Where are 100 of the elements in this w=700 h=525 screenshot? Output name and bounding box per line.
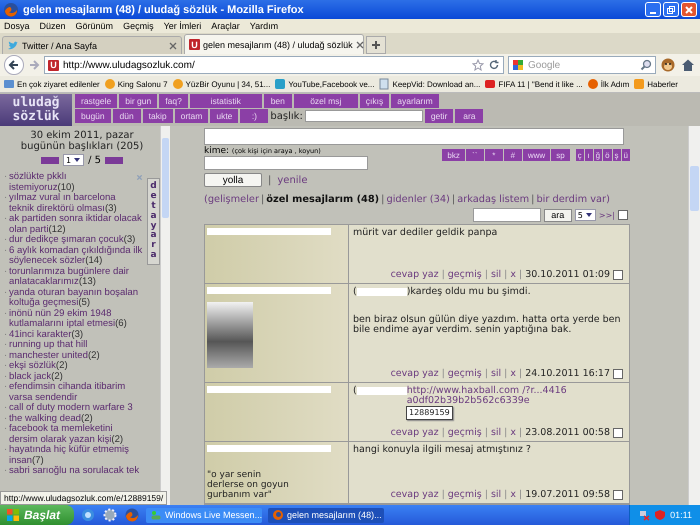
topic-link[interactable]: the walking dead(2) (9, 414, 93, 424)
character-button[interactable]: ğ (594, 149, 602, 161)
format-button[interactable]: www (522, 149, 550, 161)
topic-link[interactable]: hayatında hiç küfür etmemiş insan(7) (9, 445, 143, 466)
message-checkbox[interactable] (613, 270, 623, 280)
topic-link[interactable]: ekşi sözlük(2) (9, 361, 68, 372)
action-link[interactable]: sil (490, 427, 502, 438)
page-scrollbar[interactable] (688, 126, 700, 505)
topic-link[interactable]: running up that hill (9, 340, 88, 350)
new-tab-button[interactable] (366, 36, 386, 54)
title-field[interactable] (304, 110, 423, 122)
character-button[interactable]: ı (584, 149, 593, 161)
minimize-button[interactable] (645, 2, 661, 17)
restore-button[interactable] (663, 2, 679, 17)
topic-link[interactable]: 41inci karakter(3) (9, 330, 84, 340)
bookmark-item[interactable]: King Salonu 7 (104, 78, 168, 90)
message-checkbox[interactable] (613, 490, 623, 500)
monkey-icon[interactable] (660, 57, 676, 73)
nav-button[interactable]: ben (264, 94, 292, 108)
nav-button[interactable]: dün (112, 109, 141, 123)
bookmark-item[interactable]: FIFA 11 | "Bend it like ... (484, 78, 583, 90)
format-button[interactable]: sp (551, 149, 570, 161)
character-button[interactable]: ş (612, 149, 621, 161)
bookmark-item[interactable]: YüzBir Oyunu | 34, 51... (172, 78, 270, 90)
home-icon[interactable] (680, 57, 696, 73)
bookmark-item[interactable]: En çok ziyaret edilenler (3, 78, 100, 90)
refresh-link[interactable]: yenile (277, 174, 308, 186)
nav-button[interactable]: rastgele (75, 94, 118, 108)
close-button[interactable] (681, 2, 697, 17)
nav-button[interactable]: ayarlarım (391, 94, 439, 108)
bookmark-item[interactable]: YouTube,Facebook ve... (274, 78, 374, 90)
topic-link[interactable]: inönü nün 29 ekim 1948 kutlamalarını iptal etmesi(6) (9, 308, 143, 330)
action-link[interactable]: cevap yaz (390, 489, 439, 500)
detail-search-tab[interactable]: detay ara (147, 178, 160, 266)
gear-icon[interactable] (102, 507, 118, 523)
action-link[interactable]: x (510, 269, 516, 280)
character-button[interactable]: ç (576, 149, 584, 161)
action-link[interactable]: geçmiş (448, 368, 482, 379)
message-search-field[interactable] (472, 208, 541, 222)
topic-link[interactable]: 6 aylık komadan çıkıldığında ilk söylenecek sözler(14) (9, 246, 143, 266)
topic-link[interactable]: torunlarımıza bugünlere dair anlatacaklarımız(13) (9, 266, 143, 288)
nav-button[interactable]: ortam (174, 109, 208, 123)
nav-button[interactable]: ukte (210, 109, 238, 123)
browser-tab[interactable]: U gelen mesajlarım (48) / uludağ sözlük (184, 34, 364, 54)
format-button[interactable]: * (484, 149, 503, 161)
page-select[interactable]: 1 (62, 154, 84, 166)
select-all-checkbox[interactable] (618, 210, 628, 220)
reload-icon[interactable] (488, 59, 500, 71)
nav-button[interactable]: çıkış (360, 94, 390, 108)
message-checkbox[interactable] (613, 428, 623, 438)
message-nav-link[interactable]: özel mesajlarım (48) (266, 194, 380, 205)
action-link[interactable]: geçmiş (448, 489, 482, 500)
taskbar-button[interactable]: Windows Live Messen... (146, 508, 262, 522)
topic-link[interactable]: ak partiden sonra iktidar olacak olan parti(12) (9, 214, 143, 235)
action-link[interactable]: geçmiş (448, 427, 482, 438)
topic-link[interactable]: dur dedikçe şımaran çocuk(3) (9, 235, 136, 246)
bookmark-item[interactable]: Haberler (633, 78, 678, 90)
previous-page-button[interactable] (40, 156, 59, 164)
message-link[interactable]: http://www.haxball.com /?r...4416a0df02b39b2b562c6339e (406, 386, 567, 406)
message-nav-link[interactable]: bir derdim var (536, 194, 606, 205)
nav-button[interactable]: özel msj (294, 94, 358, 108)
back-button[interactable] (4, 55, 24, 75)
site-logo[interactable]: uludağ sözlük (0, 94, 72, 126)
action-link[interactable]: sil (490, 368, 502, 379)
nav-button[interactable]: takip (142, 109, 173, 123)
close-icon[interactable] (169, 42, 177, 50)
action-link[interactable]: sil (490, 489, 502, 500)
action-link[interactable]: cevap yaz (390, 269, 439, 280)
menu-item[interactable]: Dosya (4, 21, 30, 31)
action-link[interactable]: sil (490, 269, 502, 280)
search-icon[interactable] (640, 59, 652, 71)
format-button[interactable]: bkz (442, 149, 465, 161)
topic-link[interactable]: yanda oturan bayanın boşalan koltuğa geçmesi(5) (9, 288, 143, 308)
menu-item[interactable]: Yer İmleri (164, 21, 202, 31)
close-icon[interactable] (356, 40, 364, 48)
topic-link[interactable]: sabri sarıoğlu na sorulacak tek (9, 466, 140, 476)
menu-item[interactable]: Görünüm (76, 21, 114, 31)
action-link[interactable]: cevap yaz (390, 368, 439, 379)
last-page-link[interactable]: >>| (598, 210, 615, 220)
message-field[interactable] (204, 128, 624, 145)
action-link[interactable]: x (510, 368, 516, 379)
action-link[interactable]: geçmiş (448, 269, 482, 280)
menu-item[interactable]: Yardım (250, 21, 278, 31)
send-button[interactable]: yolla (204, 173, 262, 187)
next-page-button[interactable] (105, 156, 123, 164)
start-button[interactable]: Başlat (0, 505, 74, 525)
nav-button[interactable]: getir (424, 109, 454, 123)
nav-button[interactable]: bugün (75, 109, 111, 123)
menu-item[interactable]: Geçmiş (123, 21, 154, 31)
nav-button[interactable]: istatistik (190, 94, 262, 108)
topic-link[interactable]: black jack(2) (9, 372, 63, 382)
menu-item[interactable]: Düzen (40, 21, 66, 31)
action-link[interactable]: x (510, 489, 516, 500)
taskbar-button[interactable]: gelen mesajlarım (48)... (268, 508, 384, 522)
nav-button[interactable]: :) (240, 109, 268, 123)
topic-link[interactable]: call of duty modern warfare 3 (9, 403, 133, 414)
character-button[interactable]: ö (603, 149, 612, 161)
bookmark-item[interactable]: İlk Adım (586, 78, 630, 90)
format-button[interactable]: # (504, 149, 522, 161)
recipient-field[interactable] (204, 156, 368, 170)
